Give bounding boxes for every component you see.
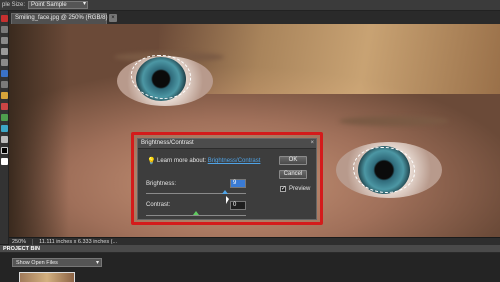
document-tab[interactable]: Smiling_face.jpg @ 250% (RGB/8) * xyxy=(11,13,111,24)
brightness-label: Brightness: xyxy=(146,181,177,187)
ok-button[interactable]: OK xyxy=(279,156,307,165)
project-bin-header[interactable]: PROJECT BIN xyxy=(0,245,500,253)
project-bin: Show Open Files xyxy=(0,253,500,282)
contrast-input[interactable]: 0 xyxy=(230,201,246,210)
learn-more-link[interactable]: Brightness/Contrast xyxy=(208,158,261,164)
contrast-label: Contrast: xyxy=(146,202,171,208)
preview-checkbox[interactable]: ✓ xyxy=(280,186,286,192)
contrast-slider-thumb[interactable] xyxy=(193,211,199,215)
close-tab-icon[interactable]: × xyxy=(109,14,117,22)
show-files-select[interactable]: Show Open Files xyxy=(12,258,102,267)
dialog-title-text: Brightness/Contrast xyxy=(141,140,194,146)
dialog-title: Brightness/Contrast × xyxy=(138,139,316,149)
right-eyebrow xyxy=(339,116,449,126)
paint-bucket-tool-icon[interactable] xyxy=(1,114,8,121)
brightness-slider-thumb[interactable] xyxy=(222,190,228,194)
sample-size-select[interactable]: Point Sample xyxy=(28,1,89,9)
dialog-close-icon[interactable]: × xyxy=(310,140,314,146)
status-separator xyxy=(32,238,34,245)
document-size: 11.111 inches x 6.333 inches (... xyxy=(39,238,118,245)
gradient-tool-icon[interactable] xyxy=(1,125,8,132)
contrast-slider-track[interactable] xyxy=(146,215,246,216)
lightbulb-icon: 💡 xyxy=(147,158,156,165)
pencil-tool-icon[interactable] xyxy=(1,136,8,143)
eraser-tool-icon[interactable] xyxy=(1,103,8,110)
zoom-level[interactable]: 250% xyxy=(12,239,26,245)
lasso-tool-icon[interactable] xyxy=(1,26,8,33)
quick-selection-tool-icon[interactable] xyxy=(1,70,8,77)
preview-label: Preview xyxy=(289,186,311,192)
cancel-button[interactable]: Cancel xyxy=(279,170,307,179)
hair-left xyxy=(9,24,69,237)
move-tool-icon[interactable] xyxy=(1,15,8,22)
toolbox xyxy=(0,11,9,244)
brightness-input[interactable]: 9 xyxy=(230,179,246,188)
magic-wand-tool-icon[interactable] xyxy=(1,48,8,55)
brightness-slider-track[interactable] xyxy=(146,193,246,194)
foreground-color-icon[interactable] xyxy=(1,147,8,154)
zoom-tool-icon[interactable] xyxy=(1,37,8,44)
status-bar: 250% 11.111 inches x 6.333 inches (... xyxy=(9,237,500,245)
sample-size-label: ple Size: xyxy=(2,2,26,8)
eye-tool-icon[interactable] xyxy=(1,81,8,88)
learn-more-text: Learn more about: Brightness/Contrast xyxy=(157,158,260,164)
mouse-pointer-icon xyxy=(226,196,229,204)
brush-tool-icon[interactable] xyxy=(1,92,8,99)
document-tab-bar: Smiling_face.jpg @ 250% (RGB/8) * × xyxy=(9,11,500,24)
crop-tool-icon[interactable] xyxy=(1,59,8,66)
open-file-thumbnail[interactable] xyxy=(19,272,75,282)
brightness-contrast-dialog: Brightness/Contrast × 💡 Learn more about… xyxy=(137,138,317,220)
background-color-icon[interactable] xyxy=(1,158,8,165)
learn-more-prefix: Learn more about: xyxy=(157,158,207,164)
tool-options-bar: ple Size: Point Sample xyxy=(0,0,500,11)
